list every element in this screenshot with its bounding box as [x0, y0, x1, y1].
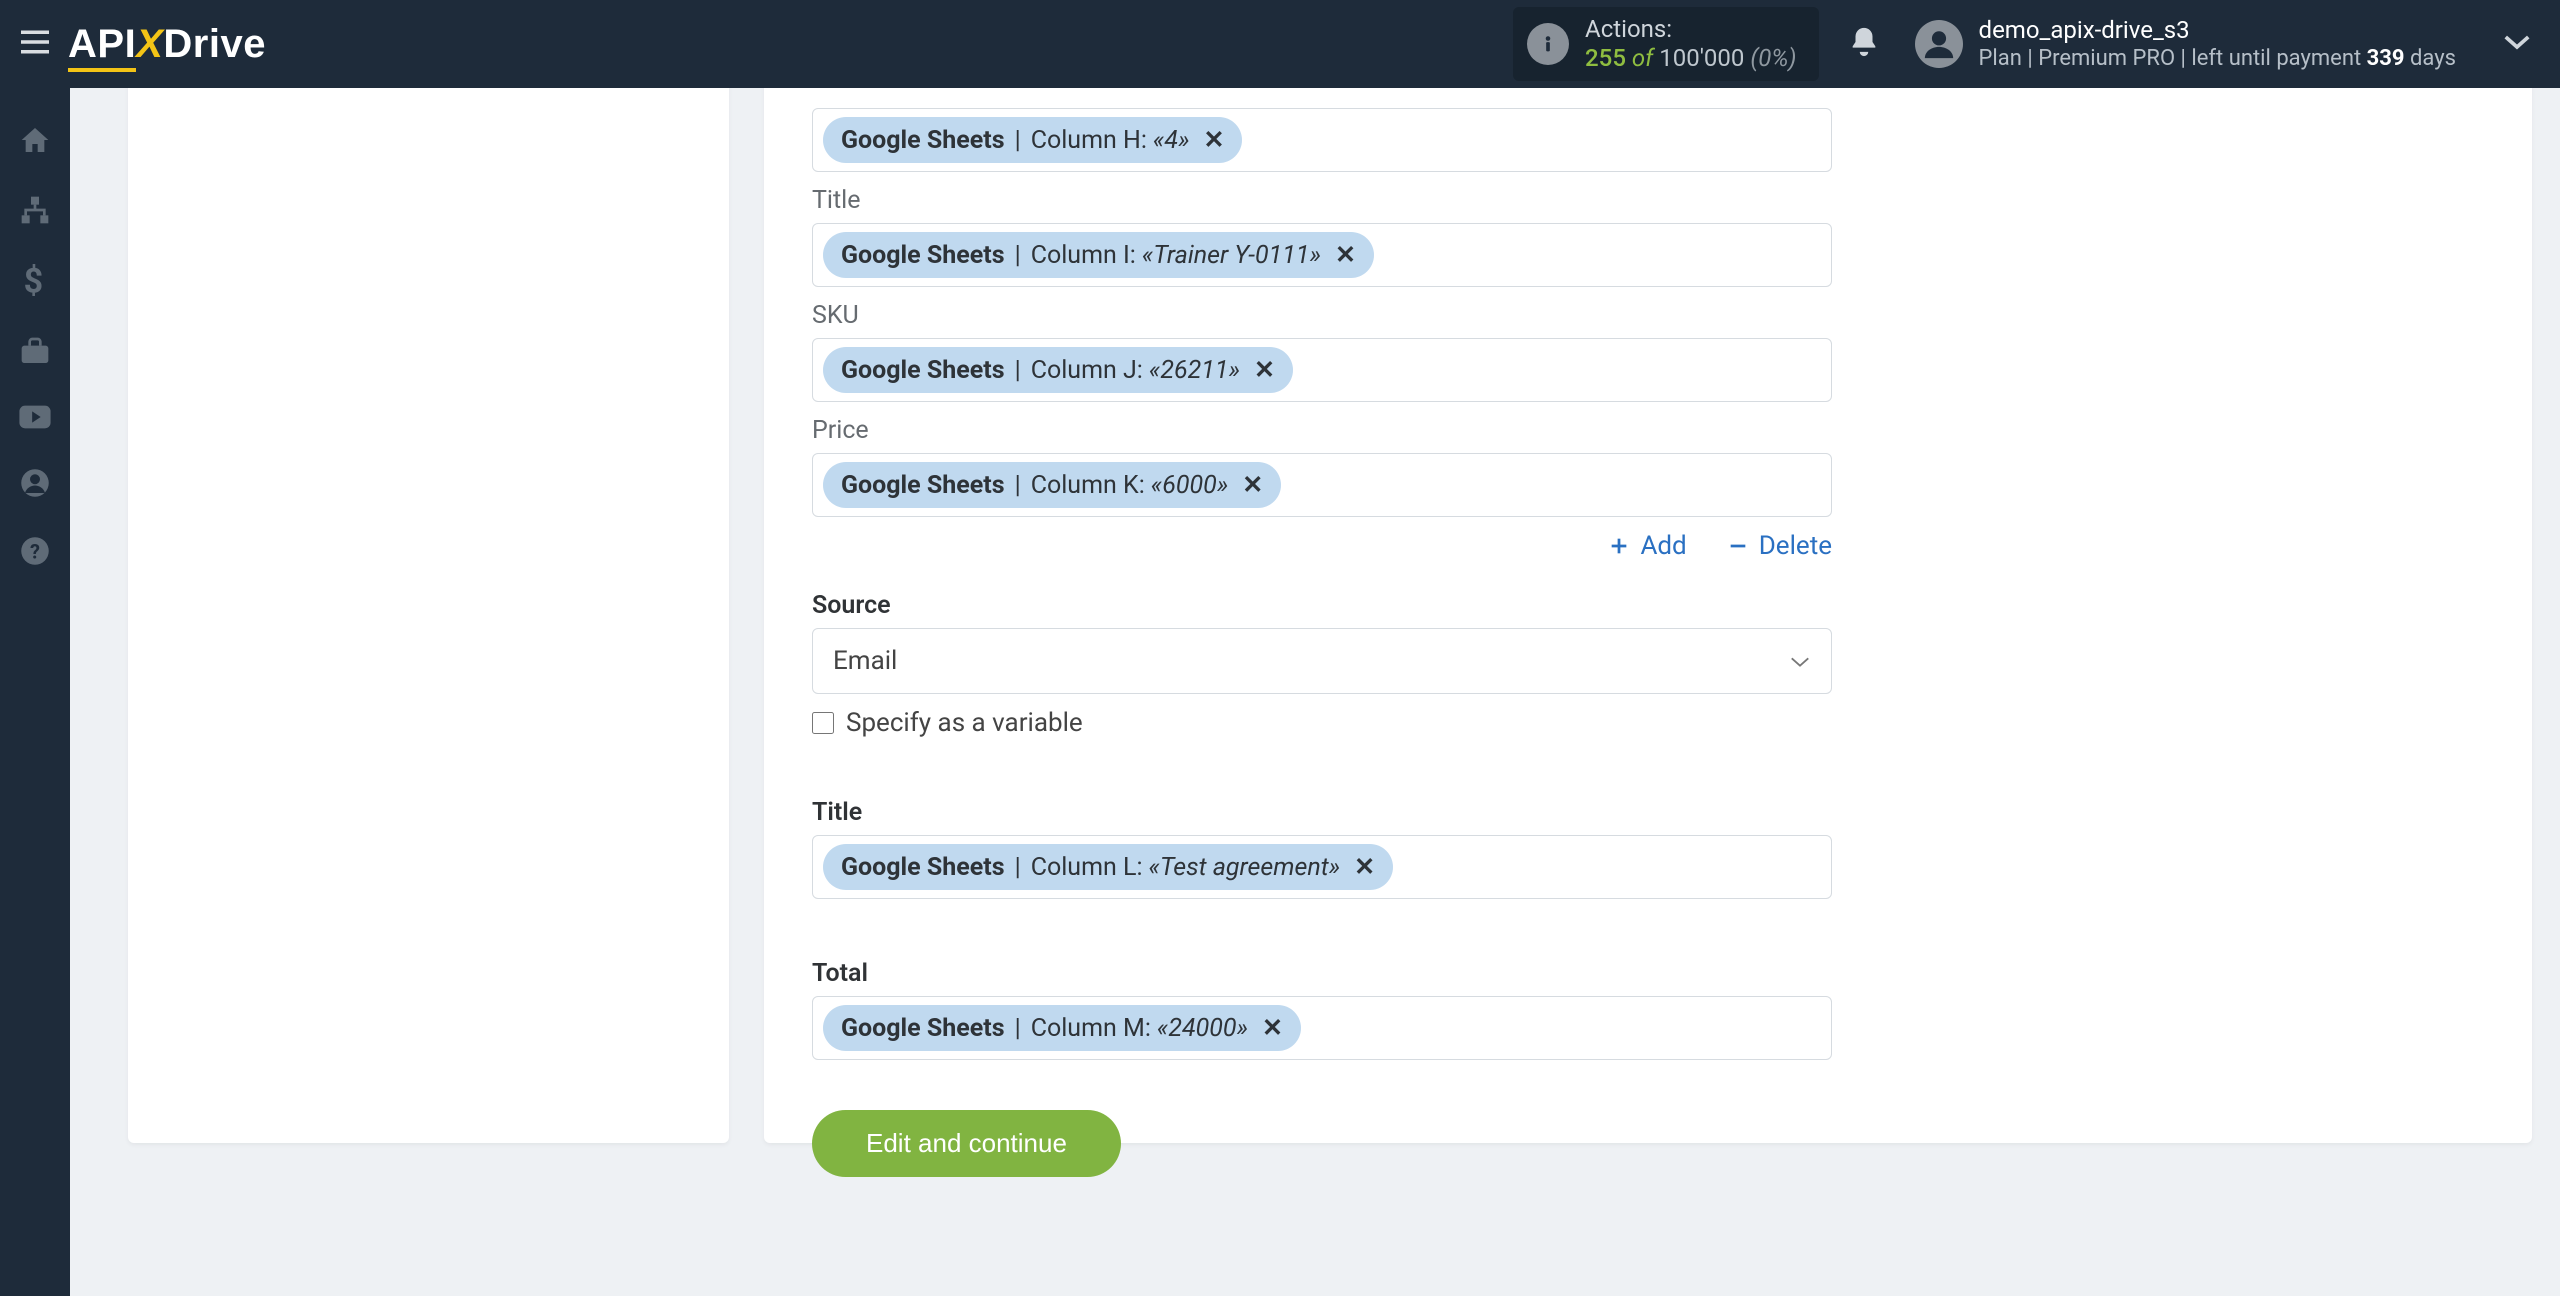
field-qty-input[interactable]: Google Sheets | Column H: «4» ✕ [812, 108, 1832, 172]
field-title1-input[interactable]: Google Sheets | Column I: «Trainer Y-011… [812, 223, 1832, 287]
plan-prefix: Plan | [1979, 46, 2033, 71]
field-sku-input[interactable]: Google Sheets | Column J: «26211» ✕ [812, 338, 1832, 402]
sidebar-help-icon[interactable]: ? [20, 536, 50, 570]
logo[interactable]: APIXDrive [68, 22, 266, 67]
avatar-icon [1915, 20, 1963, 68]
actions-count: 255 [1585, 44, 1626, 72]
logo-api: API [68, 22, 136, 72]
plan-days-label: days [2410, 46, 2456, 71]
tag-remove-icon[interactable]: ✕ [1242, 470, 1263, 500]
right-panel: Google Sheets | Column H: «4» ✕ Title Go… [764, 88, 2532, 1143]
sidebar-account-icon[interactable] [20, 468, 50, 502]
user-menu[interactable]: demo_apix-drive_s3 Plan | Premium PRO | … [1915, 15, 2456, 73]
plan-name: Premium PRO [2038, 46, 2175, 71]
source-variable-label: Specify as a variable [846, 708, 1083, 738]
sidebar-connections-icon[interactable] [19, 194, 51, 230]
tag-sku: Google Sheets | Column J: «26211» ✕ [823, 347, 1293, 393]
header-bar: APIXDrive Actions: 255 of 100'000 (0%) d… [0, 0, 2560, 88]
info-icon [1527, 23, 1569, 65]
username: demo_apix-drive_s3 [1979, 15, 2456, 45]
sidebar-billing-icon[interactable]: $ [21, 264, 49, 302]
svg-text:?: ? [30, 540, 40, 564]
tag-remove-icon[interactable]: ✕ [1354, 852, 1375, 882]
source-select[interactable]: Email [812, 628, 1832, 694]
label-total: Total [812, 959, 1832, 988]
delete-button[interactable]: Delete [1727, 531, 1832, 561]
edit-continue-button[interactable]: Edit and continue [812, 1110, 1121, 1177]
source-selected: Email [833, 646, 897, 676]
plan-suffix: | left until payment [2181, 46, 2362, 71]
actions-label: Actions: [1585, 15, 1797, 44]
left-panel [128, 88, 729, 1143]
tag-remove-icon[interactable]: ✕ [1262, 1013, 1283, 1043]
sidebar-video-icon[interactable] [18, 404, 52, 434]
sidebar-briefcase-icon[interactable] [19, 336, 51, 370]
tag-remove-icon[interactable]: ✕ [1335, 240, 1356, 270]
field-title2-input[interactable]: Google Sheets | Column L: «Test agreemen… [812, 835, 1832, 899]
field-total-input[interactable]: Google Sheets | Column M: «24000» ✕ [812, 996, 1832, 1060]
label-title2: Title [812, 798, 1832, 827]
actions-pct: (0%) [1750, 44, 1796, 72]
label-source: Source [812, 591, 1832, 620]
svg-text:$: $ [24, 264, 44, 298]
tag-remove-icon[interactable]: ✕ [1254, 355, 1275, 385]
tag-title2: Google Sheets | Column L: «Test agreemen… [823, 844, 1393, 890]
sidebar: $ ? [0, 88, 70, 1296]
plan-days: 339 [2367, 46, 2405, 71]
actions-counter[interactable]: Actions: 255 of 100'000 (0%) [1513, 7, 1819, 81]
main-content: Google Sheets | Column H: «4» ✕ Title Go… [70, 88, 2560, 1296]
source-variable-checkbox[interactable] [812, 712, 834, 734]
user-menu-chevron-icon[interactable] [2502, 32, 2532, 56]
logo-drive: Drive [163, 22, 266, 66]
menu-toggle-icon[interactable] [18, 28, 52, 60]
tag-title1: Google Sheets | Column I: «Trainer Y-011… [823, 232, 1374, 278]
tag-total: Google Sheets | Column M: «24000» ✕ [823, 1005, 1301, 1051]
actions-of: of [1632, 44, 1653, 72]
tag-qty: Google Sheets | Column H: «4» ✕ [823, 117, 1242, 163]
actions-total: 100'000 [1659, 44, 1744, 72]
label-title1: Title [812, 186, 1832, 215]
tag-remove-icon[interactable]: ✕ [1204, 125, 1225, 155]
notifications-icon[interactable] [1847, 25, 1881, 63]
field-price-input[interactable]: Google Sheets | Column K: «6000» ✕ [812, 453, 1832, 517]
label-sku: SKU [812, 301, 1832, 330]
chevron-down-icon [1789, 646, 1811, 676]
add-button[interactable]: Add [1608, 531, 1686, 561]
tag-price: Google Sheets | Column K: «6000» ✕ [823, 462, 1281, 508]
sidebar-home-icon[interactable] [19, 124, 51, 160]
label-price: Price [812, 416, 1832, 445]
